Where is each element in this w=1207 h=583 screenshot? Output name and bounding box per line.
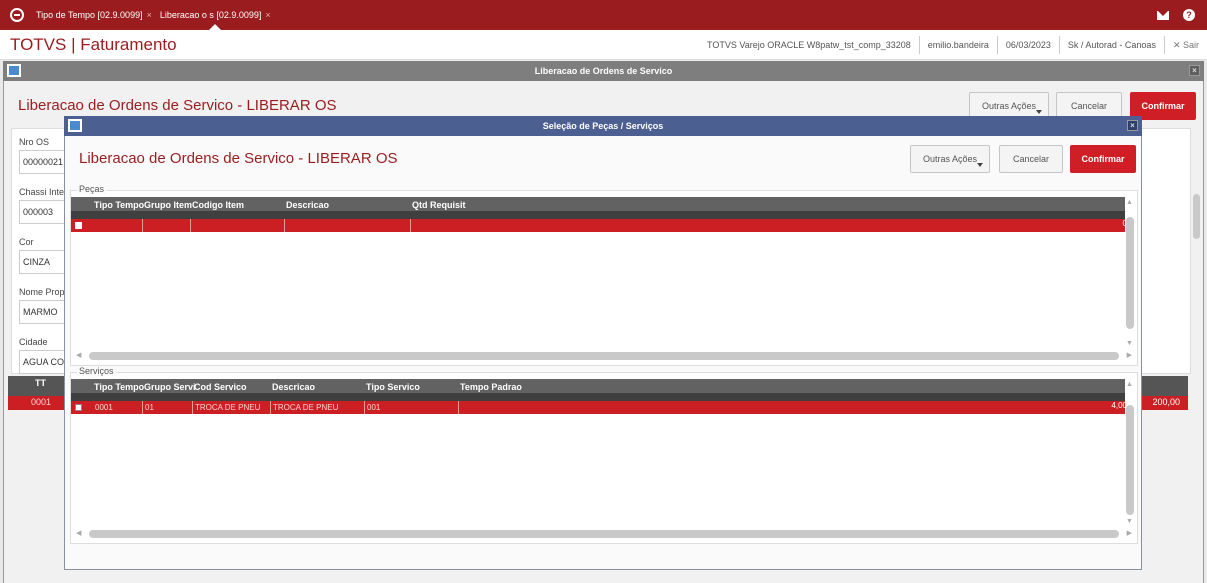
close-icon[interactable]: × [1127, 120, 1138, 131]
outer-window-bar-title: Liberacao de Ordens de Servico [534, 66, 673, 76]
column-header[interactable]: Grupo Item [144, 200, 192, 210]
branch-label[interactable]: Sk / Autorad - Canoas [1058, 35, 1164, 54]
servicos-horizontal-scrollbar[interactable]: ◀ ▶ [73, 529, 1135, 539]
outer-form-scrollbar[interactable] [1192, 178, 1202, 420]
column-header[interactable]: Tipo Tempo [94, 382, 144, 392]
column-header[interactable]: Codigo Item [192, 200, 244, 210]
cell-tipo-tempo: 0001 [93, 401, 143, 414]
cell-grupo: 01 [143, 401, 193, 414]
outer-page-title: Liberacao de Ordens de Servico - LIBERAR… [18, 97, 337, 114]
user-label: emilio.bandeira [918, 35, 997, 54]
column-header[interactable]: Qtd Requisit [412, 200, 466, 210]
pecas-vertical-scrollbar[interactable]: ▲ ▼ [1125, 197, 1135, 349]
modal-titlebar: Seleção de Peças / Serviços × [64, 116, 1142, 136]
cell-descricao: TROCA DE PNEU [271, 401, 365, 414]
top-tab-bar: Tipo de Tempo [02.9.0099] × Liberacao o … [0, 0, 1207, 30]
tab-label: Liberacao o s [02.9.0099] [159, 10, 262, 20]
cell [285, 219, 411, 232]
help-icon[interactable]: ? [1183, 9, 1195, 21]
column-header[interactable]: Tipo Tempo [94, 200, 144, 210]
servicos-vertical-scrollbar[interactable]: ▲ ▼ [1125, 379, 1135, 527]
tab-label: Tipo de Tempo [02.9.0099] [36, 10, 143, 20]
window-icon [68, 119, 82, 132]
cell-cod-servico: TROCA DE PNEU [193, 401, 271, 414]
mail-icon[interactable] [1157, 10, 1169, 20]
tab-close-icon[interactable]: × [265, 10, 270, 20]
exit-button[interactable]: ✕ Sair [1163, 35, 1207, 54]
column-header[interactable]: Cod Servico [194, 382, 247, 392]
button-label: Outras Ações [981, 101, 1037, 111]
cell-tipo-servico: 001 [365, 401, 459, 414]
chevron-down-icon [1036, 110, 1042, 114]
pecas-group: Peças Tipo Tempo Grupo Item Codigo Item … [70, 184, 1138, 366]
chevron-down-icon [977, 163, 983, 167]
cell [191, 219, 285, 232]
window-icon [7, 64, 21, 77]
environment-label: TOTVS Varejo ORACLE W8patw_tst_comp_3320… [707, 39, 911, 50]
date-label: 06/03/2023 [996, 35, 1059, 54]
table-row[interactable]: 0001 01 TROCA DE PNEU TROCA DE PNEU 001 … [71, 401, 1131, 414]
row-checkbox[interactable] [75, 222, 82, 229]
app-title: TOTVS | Faturamento [10, 34, 177, 54]
outer-window-titlebar: Liberacao de Ordens de Servico × [3, 61, 1204, 81]
tab-tipo-de-tempo[interactable]: Tipo de Tempo [02.9.0099] × [32, 0, 156, 30]
cell-tt: 0001 [31, 397, 52, 407]
cell [93, 219, 143, 232]
cell-value: 200,00 [1152, 397, 1180, 407]
column-header[interactable]: Grupo Servi [144, 382, 196, 392]
totvs-logo-icon[interactable] [10, 8, 24, 22]
servicos-group: Serviços Tipo Tempo Grupo Servi Cod Serv… [70, 366, 1138, 544]
table-row[interactable]: 0 [71, 219, 1131, 232]
row-checkbox[interactable] [75, 404, 82, 411]
column-header[interactable]: Tipo Servico [366, 382, 420, 392]
column-header[interactable]: Descricao [286, 200, 329, 210]
column-header-tt: TT [35, 378, 46, 388]
cell [143, 219, 191, 232]
pecas-grid-header: Tipo Tempo Grupo Item Codigo Item Descri… [71, 197, 1131, 219]
servicos-grid: Tipo Tempo Grupo Servi Cod Servico Descr… [71, 379, 1131, 414]
modal-bar-title: Seleção de Peças / Serviços [542, 121, 664, 131]
modal-page-title: Liberacao de Ordens de Servico - LIBERAR… [79, 150, 398, 167]
pecas-grid: Tipo Tempo Grupo Item Codigo Item Descri… [71, 197, 1131, 232]
column-header[interactable]: Descricao [272, 382, 315, 392]
outras-acoes-button[interactable]: Outras Ações [910, 145, 990, 173]
pecas-legend: Peças [77, 184, 107, 194]
close-icon[interactable]: × [1189, 65, 1200, 76]
pecas-horizontal-scrollbar[interactable]: ◀ ▶ [73, 351, 1135, 361]
tab-close-icon[interactable]: × [147, 10, 152, 20]
tab-liberacao-os[interactable]: Liberacao o s [02.9.0099] × [156, 0, 275, 30]
cancel-button[interactable]: Cancelar [999, 145, 1063, 173]
selection-modal: Liberacao de Ordens de Servico - LIBERAR… [64, 136, 1142, 570]
confirm-button[interactable]: Confirmar [1070, 145, 1136, 173]
app-header: TOTVS | Faturamento TOTVS Varejo ORACLE … [0, 30, 1207, 60]
servicos-grid-header: Tipo Tempo Grupo Servi Cod Servico Descr… [71, 379, 1131, 401]
column-header[interactable]: Tempo Padrao [460, 382, 522, 392]
servicos-legend: Serviços [77, 366, 116, 376]
button-label: Outras Ações [922, 154, 978, 164]
